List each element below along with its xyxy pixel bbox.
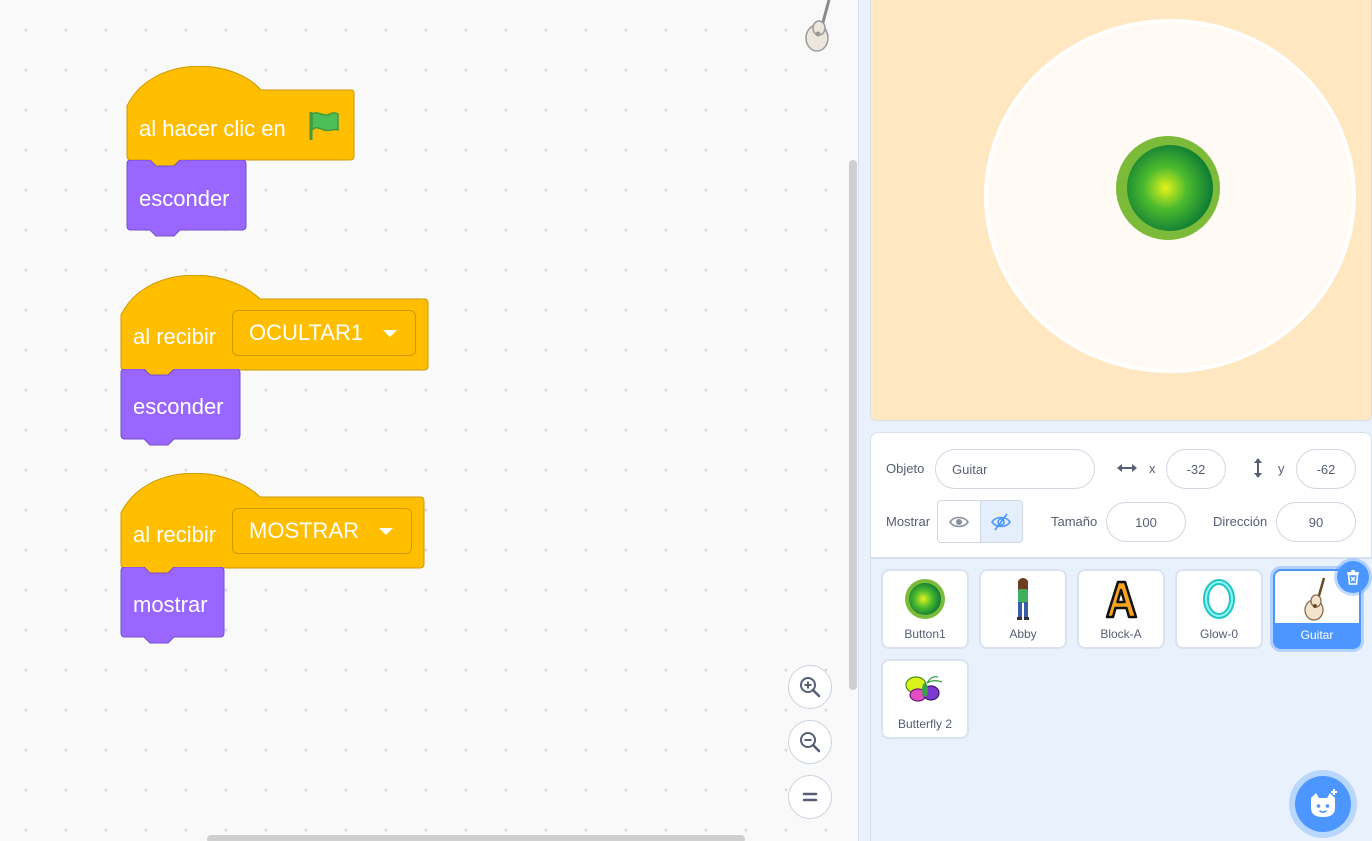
message-dropdown[interactable]: MOSTRAR <box>232 508 412 554</box>
zoom-out-icon <box>800 732 821 753</box>
message-dropdown-value: MOSTRAR <box>249 518 359 543</box>
add-sprite-button[interactable] <box>1295 776 1351 832</box>
y-label: y <box>1278 461 1285 476</box>
sprite-tile-butterfly-2[interactable]: Butterfly 2 <box>881 659 969 739</box>
size-value: 100 <box>1135 514 1157 530</box>
size-label: Tamaño <box>1051 514 1098 529</box>
direction-label: Dirección <box>1213 514 1268 529</box>
show-label: Mostrar <box>886 514 931 529</box>
sprite-tile-block-a[interactable]: Block-A <box>1077 569 1165 649</box>
zoom-reset-button[interactable] <box>788 775 832 819</box>
script-receive-ocultar[interactable]: al recibir OCULTAR1 esconder <box>120 275 430 455</box>
zoom-in-button[interactable] <box>788 665 832 709</box>
direction-value: 90 <box>1308 514 1324 530</box>
code-area[interactable]: al hacer clic en esconder al recibir OCU… <box>0 0 859 841</box>
y-position-value: -62 <box>1316 461 1336 477</box>
sprite-name-label: Objeto <box>886 461 925 476</box>
letter-a-icon <box>1105 580 1138 619</box>
zoom-reset-icon <box>802 792 818 802</box>
chevron-down-icon <box>383 329 398 337</box>
message-dropdown[interactable]: OCULTAR1 <box>232 310 416 356</box>
vertical-scrollbar[interactable] <box>849 160 857 690</box>
stage[interactable] <box>870 0 1372 421</box>
looks-block-label: mostrar <box>133 592 208 617</box>
looks-block-label: esconder <box>133 394 224 419</box>
sprite-tile-name: Block-A <box>1100 627 1142 641</box>
script-green-flag[interactable]: al hacer clic en esconder <box>126 66 356 246</box>
looks-block-label: esconder <box>139 186 230 211</box>
current-sprite-guitar-icon <box>805 0 831 52</box>
cat-add-icon <box>1311 789 1337 817</box>
sprite-tile-abby[interactable]: Abby <box>979 569 1067 649</box>
y-position-input[interactable]: -62 <box>1296 449 1356 489</box>
sprite-thumbnail <box>981 577 1065 621</box>
x-position-value: -32 <box>1186 461 1206 477</box>
girl-character-icon <box>1017 578 1029 620</box>
trash-icon <box>1347 570 1359 585</box>
visibility-toggle[interactable] <box>937 500 1023 543</box>
sprite-thumbnail <box>1079 577 1163 621</box>
hat-label: al hacer clic en <box>139 116 286 141</box>
x-position-input[interactable]: -32 <box>1166 449 1226 489</box>
sprite-tile-name: Guitar <box>1275 623 1359 647</box>
butterfly-icon <box>905 675 943 702</box>
sprite-thumbnail <box>883 577 967 621</box>
sprite-tile-name: Button1 <box>904 627 946 641</box>
sprite-tile-name: Glow-0 <box>1199 627 1238 641</box>
sprite-tile-name: Abby <box>1009 627 1037 641</box>
green-flag-icon <box>309 112 339 140</box>
horizontal-scrollbar[interactable] <box>207 835 745 841</box>
button1-sprite[interactable] <box>1116 136 1220 240</box>
hat-label: al recibir <box>133 324 217 349</box>
chevron-down-icon <box>379 527 393 535</box>
message-dropdown-value: OCULTAR1 <box>249 320 364 345</box>
green-button-icon <box>905 579 945 619</box>
sprite-name-value: Guitar <box>952 461 988 477</box>
guitar-icon <box>1304 577 1326 621</box>
hide-sprite-button[interactable] <box>979 501 1022 542</box>
eye-icon <box>949 516 969 527</box>
x-label: x <box>1149 461 1156 476</box>
y-position-arrows-icon <box>1254 458 1262 478</box>
size-input[interactable]: 100 <box>1106 502 1186 542</box>
sprite-thumbnail <box>883 667 967 711</box>
zoom-in-icon <box>800 677 821 698</box>
delete-sprite-button[interactable] <box>1337 561 1369 593</box>
zoom-out-button[interactable] <box>788 720 832 764</box>
sprite-tile-name: Butterfly 2 <box>897 717 953 731</box>
sprite-thumbnail <box>1177 577 1261 621</box>
hat-label: al recibir <box>133 522 217 547</box>
eye-slash-icon <box>991 512 1012 531</box>
glowing-zero-icon <box>1203 579 1235 619</box>
script-receive-mostrar[interactable]: al recibir MOSTRAR mostrar <box>120 473 430 653</box>
sprite-tile-button1[interactable]: Button1 <box>881 569 969 649</box>
direction-input[interactable]: 90 <box>1276 502 1356 542</box>
stage-canvas[interactable] <box>871 0 1372 421</box>
x-position-arrows-icon <box>1117 464 1137 472</box>
sprite-name-input[interactable]: Guitar <box>935 449 1095 489</box>
sprite-tile-glow-0[interactable]: Glow-0 <box>1175 569 1263 649</box>
show-sprite-button[interactable] <box>938 501 980 542</box>
